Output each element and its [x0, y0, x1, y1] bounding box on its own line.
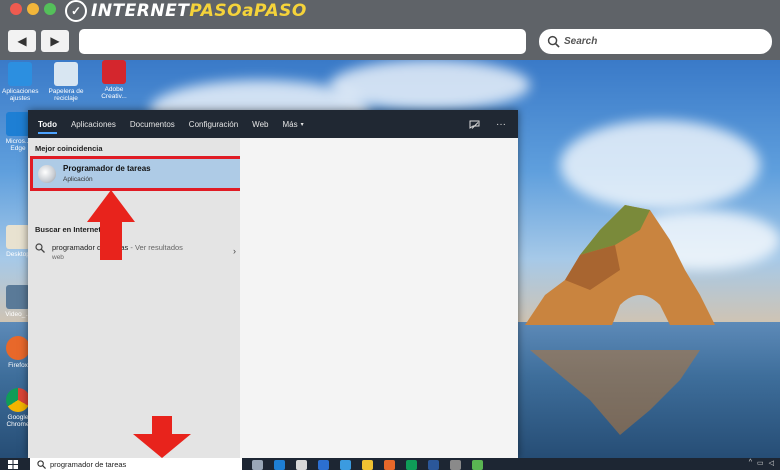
adobe-icon: [102, 60, 126, 84]
taskbar-search-box[interactable]: programador de tareas: [30, 458, 242, 470]
tab-documentos[interactable]: Documentos: [130, 110, 175, 138]
browser-toolbar: ◀ ▶ Search: [0, 22, 780, 60]
address-bar[interactable]: [79, 29, 526, 54]
panel-tools: ···: [469, 110, 506, 138]
back-button[interactable]: ◀: [8, 30, 36, 52]
site-logo: ✓ INTERNETPASOaPASO: [65, 0, 307, 22]
edge-icon: [6, 112, 30, 136]
desktop-icon[interactable]: Papelera de reciclaje: [48, 62, 84, 102]
best-match-title: Programador de tareas: [63, 164, 151, 173]
taskbar-pinned-apps: [252, 459, 483, 470]
sea-arch-rock: [525, 205, 715, 325]
search-filter-tabs: Todo Aplicaciones Documentos Configuraci…: [28, 110, 518, 138]
dropbox-icon[interactable]: [318, 459, 329, 470]
search-placeholder: Search: [564, 36, 598, 47]
best-match-result[interactable]: Programador de tareas Aplicación: [30, 156, 248, 191]
window-close-dot: [10, 3, 22, 15]
app-settings-icon: [8, 62, 32, 86]
recycle-bin-icon: [54, 62, 78, 86]
tab-todo[interactable]: Todo: [38, 110, 57, 138]
network-icon[interactable]: ▭: [757, 459, 764, 467]
window-minimize-dot: [27, 3, 39, 15]
search-icon: [37, 459, 46, 469]
best-match-heading: Mejor coincidencia: [35, 144, 103, 153]
firefox-icon[interactable]: [384, 459, 395, 470]
tab-mas[interactable]: Más ▾: [282, 110, 303, 138]
search-icon: [547, 35, 560, 48]
app-icon[interactable]: [450, 459, 461, 470]
system-tray: ^ ▭ ◁: [749, 459, 774, 467]
windows-start-icon[interactable]: [8, 460, 18, 469]
task-view-icon[interactable]: [252, 459, 263, 470]
volume-icon[interactable]: ◁: [769, 459, 774, 467]
tray-chevron-up-icon[interactable]: ^: [749, 459, 752, 467]
best-match-subtitle: Aplicación: [63, 176, 93, 183]
tab-configuracion[interactable]: Configuración: [189, 110, 238, 138]
chrome-icon: [6, 388, 30, 412]
video-file-icon: [6, 285, 30, 309]
firefox-icon: [6, 336, 30, 360]
logo-check-icon: ✓: [65, 0, 87, 22]
web-search-result[interactable]: programador de tareas - Ver resultados w…: [35, 241, 240, 265]
rock-reflection: [530, 350, 700, 435]
red-arrow-down-icon: [133, 416, 191, 458]
forward-button[interactable]: ▶: [41, 30, 69, 52]
site-header: ✓ INTERNETPASOaPASO: [0, 0, 780, 22]
chrome-icon[interactable]: [406, 459, 417, 470]
web-result-subtitle: web: [52, 254, 64, 261]
taskbar-search-input[interactable]: programador de tareas: [50, 460, 126, 469]
preview-pane: [240, 138, 518, 458]
start-search-panel: Todo Aplicaciones Documentos Configuraci…: [28, 110, 518, 458]
more-options-button[interactable]: ···: [496, 119, 506, 130]
chevron-down-icon: ▾: [300, 121, 304, 128]
explorer-icon[interactable]: [362, 459, 373, 470]
tab-aplicaciones[interactable]: Aplicaciones: [71, 110, 116, 138]
chevron-right-icon[interactable]: ›: [233, 246, 236, 256]
taskbar: programador de tareas ^ ▭ ◁: [0, 458, 780, 470]
results-list: Mejor coincidencia Programador de tareas…: [28, 138, 248, 458]
word-icon[interactable]: [428, 459, 439, 470]
folder-icon: [6, 225, 30, 249]
task-scheduler-icon: [38, 165, 56, 183]
tab-web[interactable]: Web: [252, 110, 268, 138]
desktop-icon[interactable]: Adobe Creativ...: [96, 60, 132, 100]
forward-arrow-icon: ▶: [50, 34, 60, 48]
edge-icon[interactable]: [274, 459, 285, 470]
feedback-icon[interactable]: [469, 119, 480, 130]
magnifier-icon: [35, 243, 45, 253]
app-icon[interactable]: [472, 459, 483, 470]
brand-text: INTERNETPASOaPASO: [91, 1, 307, 21]
store-icon[interactable]: [296, 459, 307, 470]
vscode-icon[interactable]: [340, 459, 351, 470]
back-arrow-icon: ◀: [17, 34, 27, 48]
desktop-icon[interactable]: Aplicaciones ajustes: [2, 62, 39, 102]
window-maximize-dot: [44, 3, 56, 15]
search-field[interactable]: Search: [539, 29, 772, 54]
web-query-suffix: - Ver resultados: [128, 243, 183, 252]
red-arrow-up-icon: [87, 190, 135, 260]
